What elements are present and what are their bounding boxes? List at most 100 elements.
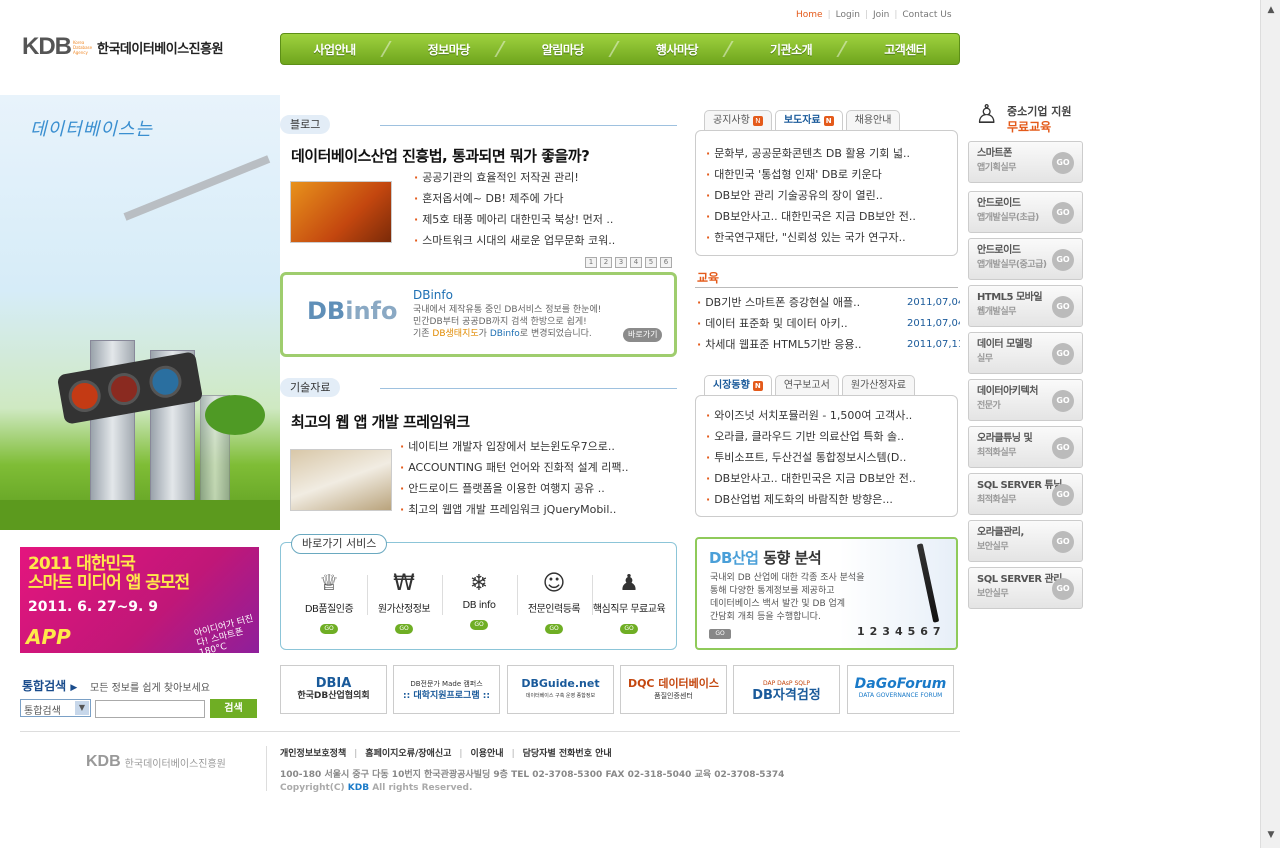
partner-dbguide[interactable]: DBGuide.net 데이터베이스 구축 운영 종합정보 [507,665,614,714]
list-item[interactable]: DB기반 스마트폰 증강현실 애플..2011,07,04 [697,292,960,313]
tech-headline[interactable]: 최고의 웹 앱 개발 프레임워크 [291,411,470,432]
list-item[interactable]: DB보안 관리 기술공유의 장이 열린.. [706,185,954,206]
list-item[interactable]: 오라클, 클라우드 기반 의료산업 특화 솔.. [706,426,954,447]
blog-header[interactable]: 블로그 [280,115,331,134]
blog-headline[interactable]: 데이터베이스산업 진흥법, 통과되면 뭐가 좋을까? [291,145,590,166]
dbinfo-go-button[interactable]: 바로가기 [623,328,663,342]
footer-logo: KDB 한국데이터베이스진흥원 [86,753,226,770]
chevron-down-icon: ▼ [75,701,89,715]
course-button[interactable]: SQL SERVER 관리, 보안실무 GO [968,567,1083,609]
page-button[interactable]: 5 [645,257,657,268]
join-link[interactable]: Join [873,10,889,20]
course-button[interactable]: 안드로이드 앱개발실무(중고급) GO [968,238,1083,280]
nav-item-events[interactable]: 행사마당 [656,41,699,58]
db-industry-go-button[interactable]: GO [709,629,731,639]
nav-item-info[interactable]: 정보마당 [428,41,471,58]
contact-link[interactable]: Contact Us [902,10,951,20]
page: Home | Login | Join | Contact Us KDB Korea Dat… [0,0,1280,848]
scroll-up-icon[interactable]: ▲ [1264,3,1278,17]
privacy-link[interactable]: 개인정보보호정책 [280,749,346,759]
tab-market-trend[interactable]: 시장동향 N [704,375,772,395]
partner-dbia[interactable]: DBIA 한국DB산업협의회 [280,665,387,714]
list-item[interactable]: 데이터 표준화 및 데이터 아키..2011,07,04 [697,313,960,334]
new-badge: N [823,116,834,126]
main-nav: 사업안내 정보마당 알림마당 행사마당 기관소개 고객센터 [280,33,960,65]
tab-cost-data[interactable]: 원가산정자료 [841,375,916,395]
list-item[interactable]: 공공기관의 효율적인 저작권 관리! [414,167,615,188]
list-item[interactable]: 대한민국 '통섭형 인재' DB로 키운다 [706,164,954,185]
home-link[interactable]: Home [796,10,823,20]
graduates-icon: ♟ [619,571,639,596]
partner-campus[interactable]: DB전문가 Made 캠퍼스:: 대학지원프로그램 :: [393,665,500,714]
dbinfo-banner[interactable]: DBinfo DBinfo 국내에서 제작유통 중인 DB서비스 정보를 한눈에… [280,272,677,357]
contact-directory-link[interactable]: 담당자별 전화번호 안내 [523,749,612,759]
course-button[interactable]: HTML5 모바일 웹개발실무 GO [968,285,1083,327]
tab-recruit[interactable]: 채용안내 [845,110,901,130]
page-button[interactable]: 6 [660,257,672,268]
quick-item-quality-cert[interactable]: ♕ DB품질인증 GO [292,568,366,634]
usage-guide-link[interactable]: 이용안내 [470,749,503,759]
db-industry-pager[interactable]: 1234567 [857,625,946,638]
course-button[interactable]: 오라클튜닝 및 최적화실무 GO [968,426,1083,468]
page-button[interactable]: 1 [585,257,597,268]
list-item[interactable]: 와이즈넛 서치포뮬러원 - 1,500여 고객사.. [706,405,954,426]
gavel-image[interactable] [290,181,392,243]
app-contest-banner[interactable]: 2011 대한민국 스마트 미디어 앱 공모전 2011. 6. 27~9. 9 … [20,547,259,653]
tree-image [205,395,265,435]
tech-header[interactable]: 기술자료 [280,378,341,397]
list-item[interactable]: 문화부, 공공문화콘텐츠 DB 활용 기회 넓.. [706,143,954,164]
list-item[interactable]: 투비소프트, 두산건설 통합정보시스템(D.. [706,447,954,468]
list-item[interactable]: 한국연구재단, "신뢰성 있는 국가 연구자.. [706,227,954,248]
db-industry-banner[interactable]: DB산업 동향 분석 국내외 DB 산업에 대한 각종 조사 분석을 통해 다양한… [695,537,958,650]
list-item[interactable]: 차세대 웹표준 HTML5기반 응용..2011,07,11 [697,334,960,355]
list-item[interactable]: DB보안사고.. 대한민국은 지금 DB보안 전.. [706,468,954,489]
page-button[interactable]: 4 [630,257,642,268]
list-item[interactable]: 혼저옵서예~ DB! 제주에 가다 [414,188,615,209]
edu-header[interactable]: 교육 [697,269,719,286]
partner-db-cert[interactable]: DAP DAsP SQLP DB자격검정 [733,665,840,714]
quick-item-cost-info[interactable]: ₩ 원가산정정보 GO [367,568,441,634]
search-scope-select[interactable]: 통합검색 ▼ [20,699,91,717]
list-item[interactable]: ACCOUNTING 패턴 언어와 진화적 설계 리팩.. [400,457,628,478]
list-item[interactable]: DB보안사고.. 대한민국은 지금 DB보안 전.. [706,206,954,227]
quick-item-expert-register[interactable]: ☺ 전문인력등록 GO [517,568,591,634]
error-report-link[interactable]: 홈페이지오류/장애신고 [365,749,451,759]
course-button[interactable]: SQL SERVER 튜닝 최적화실무 GO [968,473,1083,515]
scroll-down-icon[interactable]: ▼ [1264,828,1278,842]
nav-item-support[interactable]: 고객센터 [884,41,927,58]
logo-mark-sub: Korea Database Agency [73,39,93,55]
tech-list: 네이티브 개발자 입장에서 보는윈도우7으로.. ACCOUNTING 패턴 언… [400,436,628,520]
course-button[interactable]: 데이터아키텍처 전문가 GO [968,379,1083,421]
notice-tabs: 공지사항 N 보도자료 N 채용안내 [704,110,901,130]
list-item[interactable]: 네이티브 개발자 입장에서 보는윈도우7으로.. [400,436,628,457]
list-item[interactable]: 제5호 태풍 메아리 대한민국 북상! 먼저 .. [414,209,615,230]
list-item[interactable]: 스마트워크 시대의 새로운 업무문화 코워.. [414,230,615,251]
page-button[interactable]: 2 [600,257,612,268]
course-button[interactable]: 안드로이드 앱개발실무(초급) GO [968,191,1083,233]
list-item[interactable]: 최고의 웹앱 개발 프레임워크 jQueryMobil.. [400,499,628,520]
tab-research[interactable]: 연구보고서 [774,375,839,395]
edu-list: DB기반 스마트폰 증강현실 애플..2011,07,04 데이터 표준화 및 … [697,292,960,355]
nav-item-notice[interactable]: 알림마당 [542,41,585,58]
page-button[interactable]: 3 [615,257,627,268]
vertical-scrollbar[interactable]: ▲ ▼ [1260,0,1280,848]
course-button[interactable]: 스마트폰 앱기획실무 GO [968,141,1083,183]
site-logo[interactable]: KDB Korea Database Agency 한국데이터베이스진흥원 [22,33,224,61]
nav-item-about[interactable]: 기관소개 [770,41,813,58]
search-input[interactable] [95,700,205,718]
search-button[interactable]: 검색 [210,699,257,718]
quick-item-dbinfo[interactable]: ❄ DB info GO [442,568,516,630]
nav-item-business[interactable]: 사업안내 [313,41,356,58]
keyboard-image[interactable] [290,449,392,511]
tab-press[interactable]: 보도자료 N [774,110,843,130]
list-item[interactable]: 안드로이드 플랫폼을 이용한 여행지 공유 .. [400,478,628,499]
partner-dagoforum[interactable]: DaGoForum DATA GOVERNANCE FORUM [847,665,954,714]
partner-dqc[interactable]: DQC 데이터베이스 품질인증센터 [620,665,727,714]
promo-tag: 아이디어가 터진다! 스마트폰 180°C [193,613,255,653]
course-button[interactable]: 데이터 모델링 실무 GO [968,332,1083,374]
list-item[interactable]: DB산업법 제도화의 바람직한 방향은... [706,489,954,510]
course-button[interactable]: 오라클관리, 보안실무 GO [968,520,1083,562]
quick-item-free-education[interactable]: ♟ 핵심직무 무료교육 GO [592,568,666,634]
tab-notice[interactable]: 공지사항 N [704,110,772,130]
login-link[interactable]: Login [836,10,860,20]
